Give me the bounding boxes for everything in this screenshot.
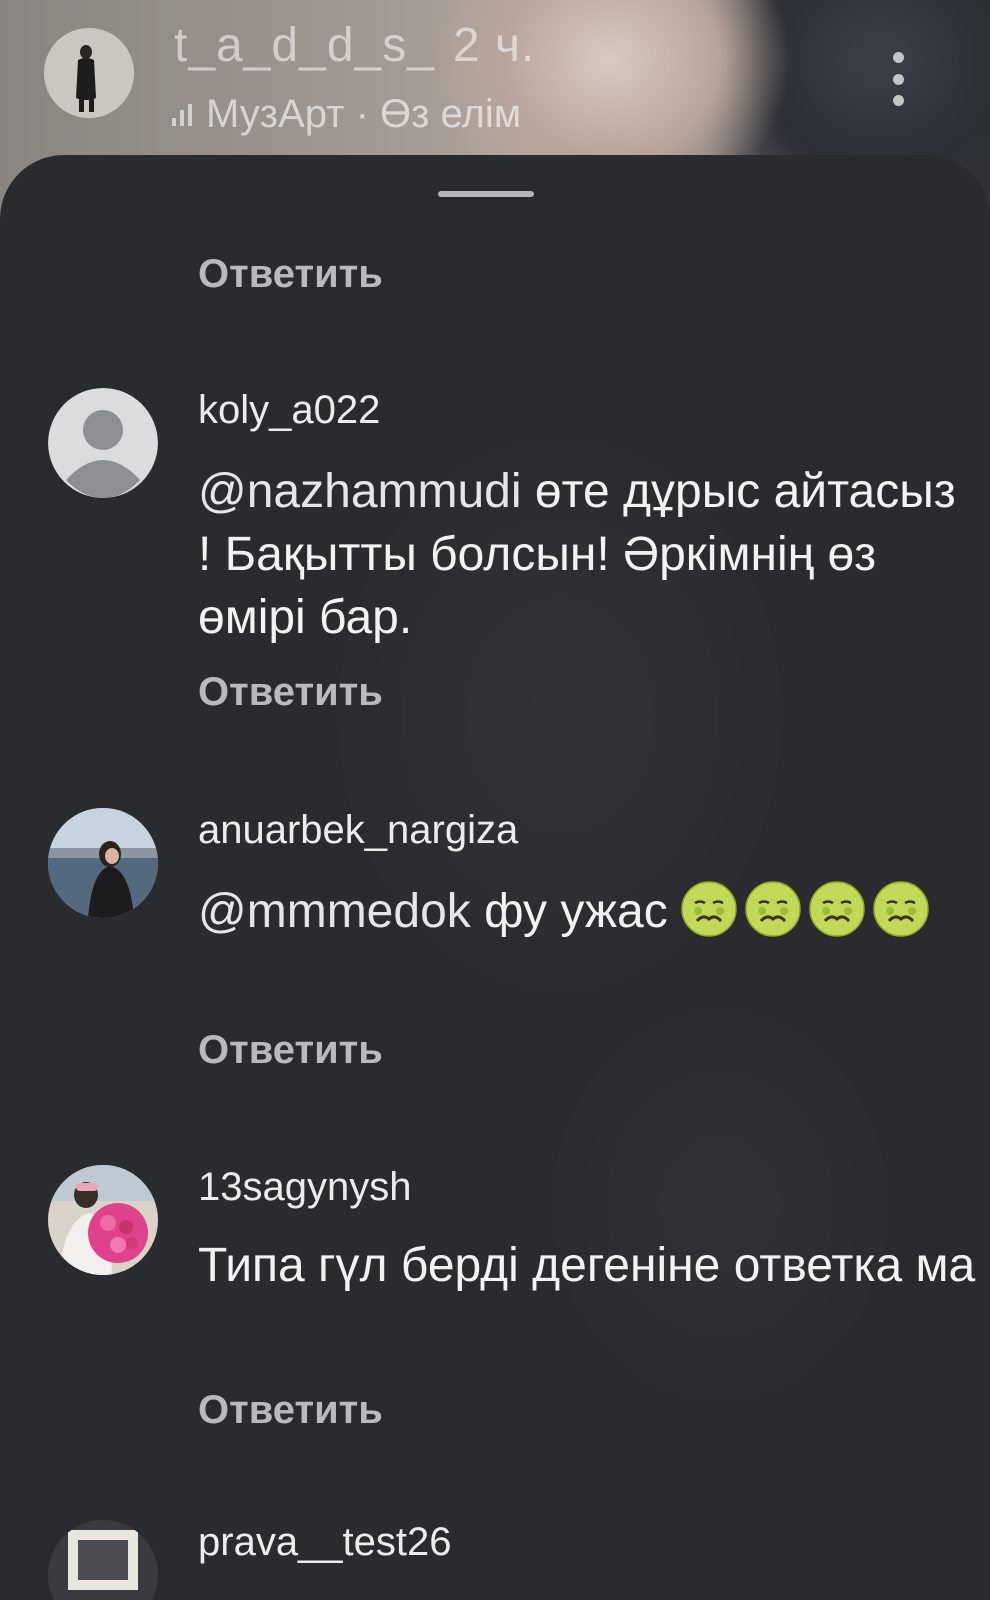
reply-button[interactable]: Ответить [198,1388,383,1433]
drag-handle[interactable] [438,191,534,197]
mention-link[interactable]: @nazhammudi [198,465,522,518]
comment-body: фу ужас [470,885,668,938]
screen: t_a_d_d_s_ 2 ч. МузАрт · Өз елім Ответить [0,0,990,1600]
story-username-text: t_a_d_d_s_ [174,19,435,72]
mention-link[interactable]: @mmmedok [198,885,471,938]
comment-text: Типа гүл берді дегеніне ответка ма [198,1239,976,1292]
reply-button[interactable]: Ответить [198,1028,383,1073]
nauseated-face-emoji [873,881,929,937]
user-avatar[interactable] [48,808,158,918]
story-username[interactable]: t_a_d_d_s_ 2 ч. [174,18,535,73]
story-music[interactable]: МузАрт · Өз елім [172,92,521,137]
user-avatar[interactable] [48,1165,158,1275]
nauseated-face-emoji [809,881,865,937]
comment-username[interactable]: prava__test26 [198,1520,452,1565]
nauseated-face-emoji [745,881,801,937]
user-avatar[interactable] [48,1520,158,1600]
emoji-row [681,881,937,938]
music-bars-icon [172,103,192,126]
default-avatar-icon[interactable] [48,388,158,498]
reply-button[interactable]: Ответить [198,252,383,297]
story-time: 2 ч. [452,19,536,72]
more-vertical-icon[interactable] [888,52,908,106]
comments-sheet: Ответить koly_a022 @nazhammudi өте дұрыс… [0,155,990,1600]
story-music-label: МузАрт · Өз елім [206,92,522,136]
nauseated-face-emoji [681,881,737,937]
comment-username[interactable]: 13sagynysh [198,1165,411,1210]
story-user-avatar[interactable] [44,28,134,118]
reply-button[interactable]: Ответить [198,670,383,715]
comment-text: @nazhammudi өте дұрыс айтасыз ! Бақытты … [198,460,978,649]
story-header: t_a_d_d_s_ 2 ч. МузАрт · Өз елім [0,0,990,150]
comment-text: @mmmedok фу ужас [198,880,978,943]
comment-username[interactable]: koly_a022 [198,388,380,433]
comment-username[interactable]: anuarbek_nargiza [198,808,518,853]
